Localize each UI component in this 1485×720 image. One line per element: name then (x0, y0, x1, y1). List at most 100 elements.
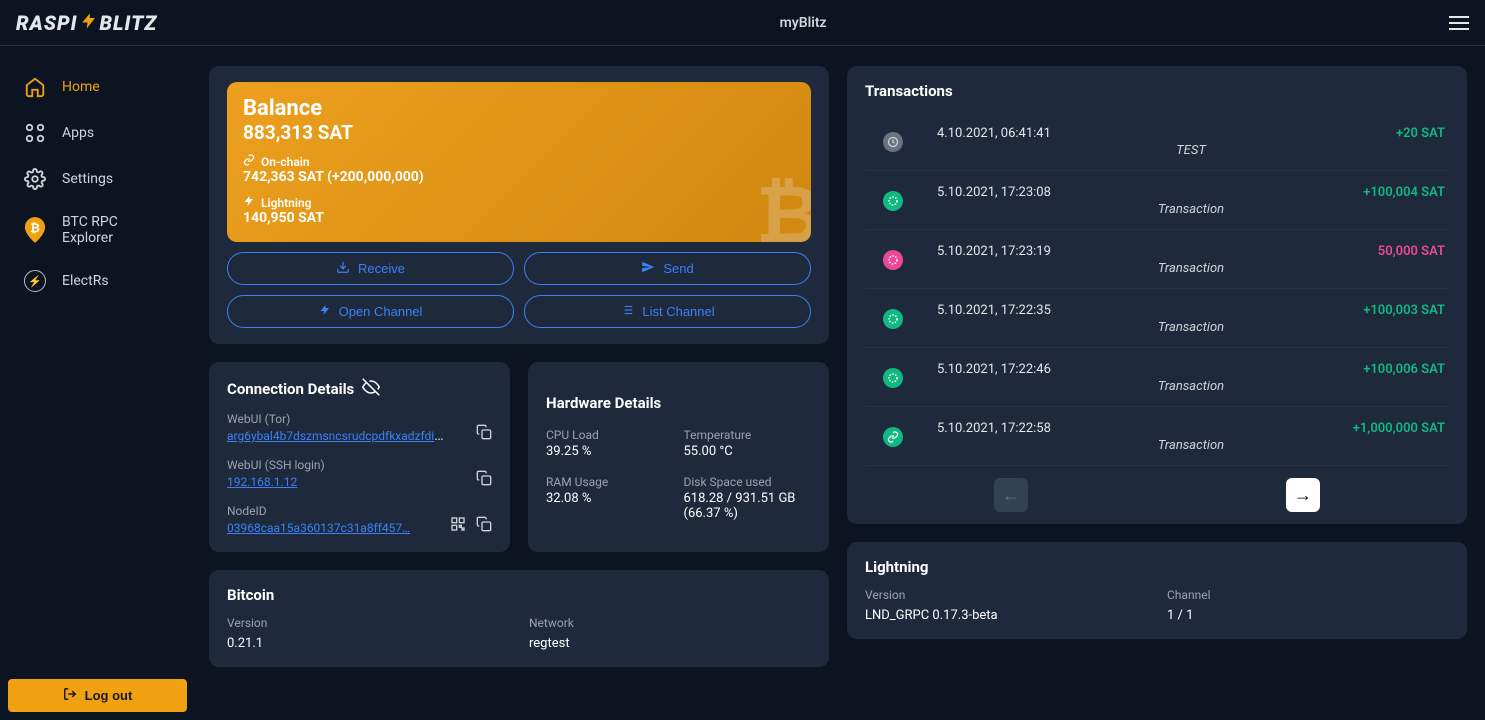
list-icon (620, 303, 634, 320)
btc-version: 0.21.1 (227, 636, 509, 651)
logout-icon (63, 687, 77, 704)
bitcoin-title: Bitcoin (227, 586, 274, 604)
tx-amount: +20 SAT (1396, 126, 1445, 141)
ln-channel-label: Channel (1167, 588, 1449, 602)
lightning-icon (243, 195, 255, 210)
tx-status-icon (883, 132, 903, 152)
temp-label: Temperature (684, 428, 812, 442)
next-page-button[interactable]: → (1286, 478, 1320, 512)
bitcoin-bg-icon: ₿ (756, 168, 811, 242)
tx-amount: +1,000,000 SAT (1353, 421, 1445, 436)
transaction-row[interactable]: 5.10.2021, 17:23:19 50,000 SAT Transacti… (865, 230, 1449, 289)
sidebar-item-label: Home (62, 79, 100, 95)
cpu-label: CPU Load (546, 428, 674, 442)
nodeid-label: NodeID (227, 504, 410, 518)
transaction-row[interactable]: 5.10.2021, 17:23:08 +100,004 SAT Transac… (865, 171, 1449, 230)
hardware-details-card: Hardware Details CPU Load 39.25 % Temper… (528, 362, 829, 552)
qr-icon[interactable] (450, 516, 466, 536)
balance-total: 883,313 SAT (243, 121, 795, 144)
tx-date: 5.10.2021, 17:23:19 (937, 244, 1358, 259)
sidebar-item-settings[interactable]: Settings (0, 156, 195, 202)
bitcoin-card: Bitcoin Version Network 0.21.1 regtest (209, 570, 829, 667)
tx-description: Transaction (937, 261, 1445, 276)
logo-text-a: RASPI (16, 11, 78, 35)
sidebar-item-btc-explorer[interactable]: ₿ BTC RPC Explorer (0, 202, 195, 258)
ln-channel: 1 / 1 (1167, 608, 1449, 623)
receive-button[interactable]: Receive (227, 252, 514, 285)
webui-tor-label: WebUI (Tor) (227, 412, 447, 426)
cpu-value: 39.25 % (546, 444, 674, 459)
gear-icon (24, 168, 46, 190)
home-icon (24, 76, 46, 98)
tx-amount: +100,006 SAT (1363, 362, 1445, 377)
transaction-row[interactable]: 4.10.2021, 06:41:41 +20 SAT TEST (865, 112, 1449, 171)
tx-amount: 50,000 SAT (1378, 244, 1445, 259)
btc-network: regtest (529, 636, 811, 651)
tx-date: 5.10.2021, 17:22:46 (937, 362, 1343, 377)
transaction-row[interactable]: 5.10.2021, 17:22:35 +100,003 SAT Transac… (865, 289, 1449, 348)
ram-value: 32.08 % (546, 491, 674, 506)
tx-date: 5.10.2021, 17:23:08 (937, 185, 1343, 200)
tx-status-icon (883, 191, 903, 211)
hardware-title: Hardware Details (546, 394, 661, 412)
bolt-icon (80, 11, 98, 35)
tx-date: 5.10.2021, 17:22:58 (937, 421, 1333, 436)
ln-version-label: Version (865, 588, 1147, 602)
logout-button[interactable]: Log out (8, 679, 187, 712)
nodeid-link[interactable]: 03968caa15a360137c31a8ff457… (227, 521, 410, 535)
prev-page-button: ← (994, 478, 1028, 512)
copy-icon[interactable] (476, 516, 492, 536)
balance-title: Balance (243, 96, 795, 121)
transaction-row[interactable]: 5.10.2021, 17:22:46 +100,006 SAT Transac… (865, 348, 1449, 407)
sidebar-item-label: Settings (62, 171, 113, 187)
webui-ssh-label: WebUI (SSH login) (227, 458, 325, 472)
ram-label: RAM Usage (546, 475, 674, 489)
tx-description: TEST (937, 143, 1445, 158)
disk-value: 618.28 / 931.51 GB (66.37 %) (684, 491, 812, 521)
btc-network-label: Network (529, 616, 811, 630)
eye-off-icon[interactable] (362, 378, 380, 400)
page-title: myBlitz (157, 15, 1449, 31)
logout-label: Log out (85, 688, 133, 703)
transactions-title: Transactions (865, 82, 953, 100)
sidebar-item-apps[interactable]: Apps (0, 110, 195, 156)
sidebar-item-label: BTC RPC Explorer (62, 214, 171, 246)
connection-details-card: Connection Details WebUI (Tor) arg6ybal4… (209, 362, 510, 552)
send-button[interactable]: Send (524, 252, 811, 285)
tx-description: Transaction (937, 202, 1445, 217)
sidebar-item-electrs[interactable]: ⚡ ElectRs (0, 258, 195, 304)
tx-amount: +100,004 SAT (1363, 185, 1445, 200)
open-channel-button[interactable]: Open Channel (227, 295, 514, 328)
temp-value: 55.00 °C (684, 444, 812, 459)
webui-tor-link[interactable]: arg6ybal4b7dszmsncsrudcpdfkxadzfdi2… (227, 428, 447, 444)
send-icon (641, 260, 655, 277)
copy-icon[interactable] (476, 470, 492, 490)
tx-date: 5.10.2021, 17:22:35 (937, 303, 1343, 318)
tx-description: Transaction (937, 379, 1445, 394)
sidebar-item-home[interactable]: Home (0, 64, 195, 110)
svg-text:₿: ₿ (30, 221, 40, 235)
transaction-row[interactable]: 5.10.2021, 17:22:58 +1,000,000 SAT Trans… (865, 407, 1449, 466)
lightning-value: 140,950 SAT (243, 210, 795, 226)
tx-status-icon (883, 427, 903, 447)
copy-icon[interactable] (476, 424, 492, 444)
menu-button[interactable] (1449, 16, 1469, 30)
tx-description: Transaction (937, 320, 1445, 335)
tx-status-icon (883, 250, 903, 270)
tx-status-icon (883, 309, 903, 329)
balance-card: ₿ Balance 883,313 SAT On-chain 742,363 S… (209, 66, 829, 344)
download-icon (336, 260, 350, 277)
logo: RASPI BLITZ (16, 11, 157, 35)
lightning-label: Lightning (261, 196, 312, 210)
lightning-title: Lightning (865, 558, 929, 576)
sidebar-item-label: Apps (62, 125, 94, 141)
webui-ssh-link[interactable]: 192.168.1.12 (227, 475, 297, 489)
pin-icon: ₿ (24, 219, 46, 241)
tx-amount: +100,003 SAT (1363, 303, 1445, 318)
list-channel-button[interactable]: List Channel (524, 295, 811, 328)
onchain-value: 742,363 SAT (+200,000,000) (243, 169, 795, 185)
link-icon (243, 154, 255, 169)
tx-status-icon (883, 368, 903, 388)
lightning-card: Lightning Version Channel LND_GRPC 0.17.… (847, 542, 1467, 639)
transactions-card: Transactions 4.10.2021, 06:41:41 +20 SAT… (847, 66, 1467, 524)
